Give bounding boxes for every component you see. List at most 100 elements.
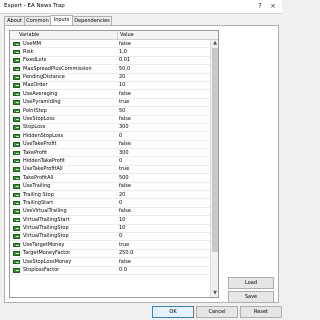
variable-value[interactable]: false (119, 259, 131, 265)
ok-button[interactable]: OK (152, 306, 194, 318)
variable-name: UseStopLoss (23, 116, 55, 123)
variable-value[interactable]: 10 (119, 82, 125, 88)
table-row[interactable]: StoplossFactor 0.0 (10, 267, 210, 275)
variable-value[interactable]: true (119, 166, 129, 172)
variable-value[interactable]: 300 (119, 150, 129, 156)
variable-value[interactable]: 0.0 (119, 267, 127, 273)
variable-name: Risk (23, 48, 34, 55)
variable-name: UseTakeProfit (23, 141, 57, 148)
scroll-down-icon[interactable]: ▼ (211, 290, 218, 297)
table-row[interactable]: UsePyramiding true (10, 99, 210, 108)
table-row[interactable]: UseTargetMoney true (10, 241, 210, 250)
variable-value[interactable]: 0 (119, 200, 122, 206)
table-row[interactable]: HiddenTakeProfit 0 (10, 157, 210, 166)
variable-name: TrailingStart (23, 199, 54, 206)
table-row[interactable]: TrailingStart 0 (10, 199, 210, 208)
variable-name: MaxOrder (23, 82, 48, 89)
tab-common[interactable]: Common (24, 16, 51, 25)
variable-value[interactable]: 0 (119, 133, 122, 139)
input-variable-icon (13, 91, 20, 97)
inputs-grid: Variable Value UseMM false Risk 1.0 FixedLot… (9, 30, 219, 298)
variable-value[interactable]: false (119, 116, 131, 122)
variable-value[interactable]: 50.0 (119, 66, 130, 72)
tab-dependencies[interactable]: Dependencies (72, 16, 112, 25)
table-row[interactable]: Trailing Stop 20 (10, 191, 210, 200)
table-row[interactable]: VirtualTrailingStart 10 (10, 216, 210, 225)
variable-value[interactable]: false (119, 183, 131, 189)
variable-value[interactable]: false (119, 208, 131, 214)
table-row[interactable]: StopLoss 300 (10, 124, 210, 133)
table-row[interactable]: Risk 1.0 (10, 48, 210, 57)
variable-value[interactable]: 20 (119, 192, 125, 198)
variable-value[interactable]: 0 (119, 158, 122, 164)
variable-value[interactable]: 10 (119, 225, 125, 231)
variable-value[interactable]: 20 (119, 74, 125, 80)
variable-value[interactable]: 250.0 (119, 250, 133, 256)
help-button[interactable]: ? (255, 2, 265, 10)
variable-value[interactable]: true (119, 242, 129, 248)
table-row[interactable]: VirtualTrailingStop 0 (10, 233, 210, 242)
table-row[interactable]: PendingDistance 20 (10, 74, 210, 82)
table-row[interactable]: MaxOrder 10 (10, 82, 210, 91)
table-row[interactable]: UseTrailing false (10, 183, 210, 192)
variable-value[interactable]: 50 (119, 108, 125, 114)
grid-header: Variable Value (10, 31, 218, 40)
input-variable-icon (13, 66, 20, 72)
variable-value[interactable]: false (119, 141, 131, 147)
table-row[interactable]: UseAveraging false (10, 90, 210, 99)
variable-value[interactable]: 0.01 (119, 57, 130, 63)
table-row[interactable]: UseMM false (10, 40, 210, 49)
column-variable[interactable]: Variable (19, 32, 39, 38)
table-row[interactable]: MaxSpreadPlusCommission 50.0 (10, 65, 210, 74)
variable-name: UseMM (23, 40, 41, 47)
variable-name: StopLoss (23, 124, 46, 131)
input-variable-icon (13, 58, 20, 63)
table-row[interactable]: FixedLots 0.01 (10, 57, 210, 66)
table-row[interactable]: UseStopLoss false (10, 116, 210, 124)
table-row[interactable]: HiddenStopLoss 0 (10, 132, 210, 141)
variable-name: UseAveraging (23, 90, 58, 97)
input-variable-icon (13, 234, 20, 239)
variable-value[interactable]: 1.0 (119, 49, 127, 55)
load-button[interactable]: Load (228, 277, 274, 289)
table-row[interactable]: TargetMoneyFactor 250.0 (10, 250, 210, 259)
table-row[interactable]: PointStep 50 (10, 107, 210, 116)
scroll-up-icon[interactable]: ▲ (211, 40, 218, 47)
variable-value[interactable]: 500 (119, 175, 129, 181)
input-variable-icon (13, 192, 20, 198)
variable-name: VirtualTrailingStop (23, 233, 69, 240)
column-divider[interactable] (117, 31, 118, 39)
table-row[interactable]: UseVirtualTrailing false (10, 208, 210, 217)
table-row[interactable]: TakeProfitAll 500 (10, 174, 210, 183)
variable-value[interactable]: 10 (119, 217, 125, 223)
variable-name: TakeProfit (23, 149, 48, 156)
variable-name: HiddenStopLoss (23, 132, 64, 139)
variable-value[interactable]: false (119, 41, 131, 47)
variable-value[interactable]: 0 (119, 233, 122, 239)
reset-button[interactable]: Reset (240, 306, 282, 318)
variable-name: VirtualTrailingStart (23, 216, 70, 223)
input-variable-icon (13, 158, 20, 164)
variable-name: FixedLots (23, 57, 47, 64)
variable-name: UseTrailing (23, 183, 51, 190)
tab-about[interactable]: About (4, 16, 25, 25)
variable-name: UseVirtualTrailing (23, 208, 67, 215)
vertical-scrollbar[interactable]: ▲ ▼ (210, 40, 218, 297)
table-row[interactable]: UseTakeProfit false (10, 141, 210, 150)
column-value[interactable]: Value (120, 32, 134, 38)
close-button[interactable]: × (268, 2, 278, 10)
variable-name: Trailing Stop (23, 191, 54, 198)
save-button[interactable]: Save (228, 291, 274, 303)
input-variable-icon (13, 268, 20, 273)
variable-name: MaxSpreadPlusCommission (23, 65, 92, 72)
scroll-thumb[interactable] (212, 48, 218, 252)
variable-value[interactable]: true (119, 99, 129, 105)
table-row[interactable]: UseTakeProfitAll true (10, 166, 210, 175)
table-row[interactable]: TakeProfit 300 (10, 149, 210, 158)
variable-value[interactable]: 300 (119, 124, 129, 130)
input-variable-icon (13, 259, 20, 265)
variable-value[interactable]: false (119, 91, 131, 97)
cancel-button[interactable]: Cancel (196, 306, 238, 318)
table-row[interactable]: VirtualTrailingStop 10 (10, 225, 210, 233)
table-row[interactable]: UseStopLossMoney false (10, 258, 210, 267)
